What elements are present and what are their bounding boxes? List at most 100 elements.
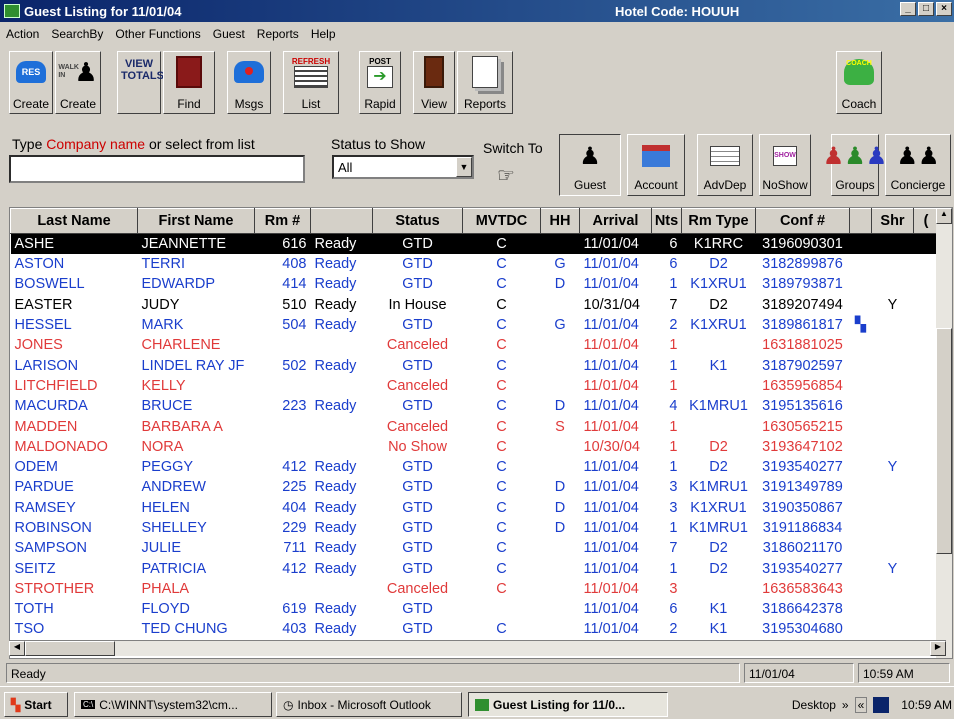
menu-other-functions[interactable]: Other Functions	[109, 27, 206, 41]
switch-guest-button[interactable]: ♟ Guest	[559, 134, 621, 196]
col-room-type[interactable]: Rm Type	[681, 208, 756, 234]
col-hh[interactable]: HH	[540, 208, 580, 234]
scroll-up-icon[interactable]: ▲	[936, 208, 952, 224]
col-arrival[interactable]: Arrival	[579, 208, 652, 234]
cell-status: GTD	[402, 520, 433, 536]
col-last-name[interactable]: Last Name	[10, 208, 138, 234]
title-bar[interactable]: Guest Listing for 11/01/04 Hotel Code: H…	[0, 0, 954, 22]
walkin-create-button[interactable]: WALK IN ♟ Create	[55, 51, 101, 114]
table-row[interactable]: SAMPSON JULIE 711 Ready GTD C 11/01/04 7 D2 31860…	[11, 538, 939, 558]
table-row[interactable]: MADDEN BARBARA A Canceled C S 11/01/04 1 163056…	[11, 416, 939, 436]
cell-arrival: 11/01/04	[583, 377, 639, 394]
cell-ready	[311, 437, 373, 457]
pointing-hand-icon: ☞	[497, 165, 515, 187]
desktop-toolbar[interactable]: Desktop	[792, 698, 836, 712]
cell-flag	[850, 599, 872, 619]
cell-first: JEANNETTE	[137, 233, 255, 254]
cell-extra	[914, 295, 939, 315]
table-row[interactable]: STROTHER PHALA Canceled C 11/01/04 3 163658364…	[11, 579, 939, 599]
find-button[interactable]: Find	[163, 51, 215, 114]
col-share[interactable]: Shr	[871, 208, 914, 234]
minimize-button[interactable]: _	[900, 2, 916, 16]
col-room[interactable]: Rm #	[254, 208, 311, 234]
table-row[interactable]: PARDUE ANDREW 225 Ready GTD C D 11/01/04 3 K1MRU1…	[11, 477, 939, 497]
menu-guest[interactable]: Guest	[207, 27, 251, 41]
col-status[interactable]: Status	[372, 208, 463, 234]
task-outlook[interactable]: ◷ Inbox - Microsoft Outlook	[276, 692, 462, 717]
cell-extra	[914, 416, 939, 436]
cell-extra	[914, 376, 939, 396]
cell-rmtype	[682, 416, 756, 436]
chevron-right-icon[interactable]: »	[842, 698, 849, 712]
tray-app-icon[interactable]	[873, 696, 890, 713]
cell-extra	[914, 579, 939, 599]
table-row[interactable]: TSO TED CHUNG 403 Ready GTD C 11/01/04 2 K1 31953…	[11, 619, 939, 639]
cell-arrival: 11/01/04	[583, 398, 639, 415]
guest-list-grid[interactable]: Last Name First Name Rm # Status MVTDC H…	[9, 207, 953, 659]
task-cmd[interactable]: C:\ C:\WINNT\system32\cm...	[74, 692, 272, 717]
cell-rmtype: K1	[709, 621, 728, 638]
start-button[interactable]: ▚ Start	[4, 692, 68, 717]
table-row[interactable]: EASTER JUDY 510 Ready In House C 10/31/04 7 D2 31…	[11, 295, 939, 315]
table-row[interactable]: MACURDA BRUCE 223 Ready GTD C D 11/01/04 4 K1MRU1…	[11, 396, 939, 416]
table-row[interactable]: ASTON TERRI 408 Ready GTD C G 11/01/04 6 D2 318289…	[11, 254, 939, 274]
table-row[interactable]: RAMSEY HELEN 404 Ready GTD C D 11/01/04 3 K1XRU1 3…	[11, 498, 939, 518]
table-row[interactable]: ROBINSON SHELLEY 229 Ready GTD C D 11/01/04 1 K1M…	[11, 518, 939, 538]
maximize-button[interactable]: □	[918, 2, 934, 16]
table-row[interactable]: ASHE JEANNETTE 616 Ready GTD C 11/01/04 6 K1RRC 3…	[10, 233, 939, 254]
cell-shr	[872, 498, 914, 518]
col-nights[interactable]: Nts	[651, 208, 682, 234]
close-button[interactable]: ×	[936, 2, 952, 16]
col-first-name[interactable]: First Name	[137, 208, 255, 234]
cell-rm: 504	[282, 317, 307, 334]
scroll-right-icon[interactable]: ▶	[930, 641, 946, 656]
coach-button[interactable]: COACH Coach	[836, 51, 882, 114]
switch-concierge-button[interactable]: ♟♟ Concierge	[885, 134, 951, 196]
status-dropdown[interactable]: All ▼	[332, 155, 474, 179]
table-row[interactable]: HESSEL MARK 504 Ready GTD C G 11/01/04 2 K1XRU1 31…	[11, 315, 939, 335]
table-row[interactable]: BOSWELL EDWARDP 414 Ready GTD C D 11/01/04 1 K1XR…	[11, 274, 939, 294]
menu-help[interactable]: Help	[305, 27, 342, 41]
app-icon[interactable]	[4, 4, 20, 18]
rapid-button[interactable]: POST ➔ Rapid	[359, 51, 401, 114]
table-row[interactable]: JONES CHARLENE Canceled C 11/01/04 1 163188102…	[11, 335, 939, 355]
menu-reports[interactable]: Reports	[251, 27, 305, 41]
cell-last: PARDUE	[14, 479, 74, 496]
cell-ready	[311, 376, 373, 396]
company-name-input[interactable]	[9, 155, 305, 183]
col-ready[interactable]	[310, 208, 373, 234]
menu-action[interactable]: Action	[0, 27, 45, 41]
col-extra[interactable]: (	[913, 208, 939, 234]
menu-searchby[interactable]: SearchBy	[45, 27, 109, 41]
reports-button[interactable]: Reports	[457, 51, 513, 114]
scroll-thumb[interactable]	[936, 328, 952, 554]
switch-noshow-button[interactable]: SHOW NoShow	[759, 134, 811, 196]
refresh-list-button[interactable]: REFRESH List	[283, 51, 339, 114]
table-row[interactable]: MALDONADO NORA No Show C 10/30/04 1 D2 31936471…	[11, 437, 939, 457]
cell-ready: Ready	[314, 540, 357, 557]
table-row[interactable]: SEITZ PATRICIA 412 Ready GTD C 11/01/04 1 D2 3193…	[11, 558, 939, 578]
scroll-left-icon[interactable]: ◀	[9, 641, 25, 656]
table-row[interactable]: TOTH FLOYD 619 Ready GTD 11/01/04 6 K1 318664237…	[11, 599, 939, 619]
table-row[interactable]: LITCHFIELD KELLY Canceled C 11/01/04 1 1635956…	[11, 376, 939, 396]
res-create-button[interactable]: RES Create	[9, 51, 53, 114]
table-row[interactable]: LARISON LINDEL RAY JF 502 Ready GTD C 11/01/04…	[11, 355, 939, 375]
switch-groups-button[interactable]: ♟ ♟ ♟ Groups	[823, 134, 887, 196]
cell-flag	[850, 538, 872, 558]
msgs-button[interactable]: Msgs	[227, 51, 271, 114]
switch-advdep-button[interactable]: AdvDep	[697, 134, 753, 196]
view-button[interactable]: View	[413, 51, 455, 114]
col-flag[interactable]	[849, 208, 872, 234]
chevron-left-icon[interactable]: «	[854, 696, 868, 713]
status-selected-value: All	[338, 160, 353, 175]
task-guest-listing[interactable]: Guest Listing for 11/0...	[468, 692, 668, 717]
horizontal-scrollbar[interactable]: ◀ ▶	[9, 640, 946, 656]
col-mvtdc[interactable]: MVTDC	[462, 208, 541, 234]
vertical-scrollbar[interactable]: ▲	[936, 208, 952, 658]
switch-account-button[interactable]: Account	[627, 134, 685, 196]
col-conf[interactable]: Conf #	[755, 208, 850, 234]
chevron-down-icon[interactable]: ▼	[456, 157, 472, 177]
view-totals-button[interactable]: VIEW TOTALS	[117, 51, 164, 114]
table-row[interactable]: ODEM PEGGY 412 Ready GTD C 11/01/04 1 D2 31935402…	[11, 457, 939, 477]
horizontal-scroll-thumb[interactable]	[25, 641, 115, 656]
